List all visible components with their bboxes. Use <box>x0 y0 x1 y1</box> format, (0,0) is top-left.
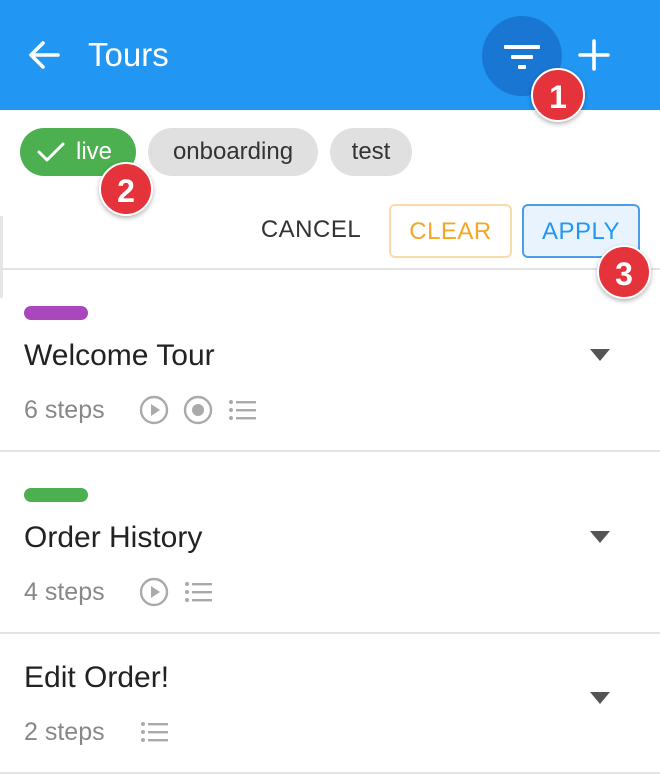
back-button[interactable] <box>24 35 64 75</box>
divider <box>0 268 660 270</box>
filter-chip-test[interactable]: test <box>330 128 412 176</box>
filter-chip-label: onboarding <box>172 138 294 165</box>
caret-down-icon[interactable] <box>590 349 610 361</box>
divider <box>0 772 660 774</box>
annotation-marker-2: 2 <box>99 162 153 216</box>
drawer-edge <box>0 216 3 298</box>
annotation-marker-3: 3 <box>597 245 651 299</box>
list-icon[interactable] <box>226 394 258 426</box>
add-tour-button[interactable] <box>574 35 614 75</box>
tour-title: Edit Order! <box>24 661 170 694</box>
filter-chip-onboarding[interactable]: onboarding <box>148 128 318 176</box>
plus-icon <box>578 39 610 71</box>
caret-down-icon[interactable] <box>590 531 610 543</box>
filter-chip-label: test <box>351 138 391 165</box>
arrow-left-icon <box>29 41 60 69</box>
tag-color-bar <box>24 488 88 502</box>
list-icon[interactable] <box>138 716 170 748</box>
filter-chip-label: live <box>76 138 113 165</box>
tour-steps-count: 4 steps <box>24 578 105 606</box>
check-icon <box>37 142 65 162</box>
tour-title: Welcome Tour <box>24 339 215 372</box>
tour-title: Order History <box>24 521 203 554</box>
tour-steps-count: 6 steps <box>24 396 105 424</box>
tag-color-bar <box>24 306 88 320</box>
cancel-button[interactable]: CANCEL <box>248 204 374 258</box>
filter-icon <box>504 45 540 69</box>
play-circle-icon[interactable] <box>138 576 170 608</box>
annotation-marker-1: 1 <box>531 68 585 122</box>
caret-down-icon[interactable] <box>590 692 610 704</box>
page-title: Tours <box>88 36 169 73</box>
clear-button[interactable]: CLEAR <box>389 204 512 258</box>
tour-steps-count: 2 steps <box>24 718 105 746</box>
play-circle-icon[interactable] <box>138 394 170 426</box>
divider <box>0 632 660 634</box>
record-icon[interactable] <box>182 394 214 426</box>
divider <box>0 450 660 452</box>
list-icon[interactable] <box>182 576 214 608</box>
